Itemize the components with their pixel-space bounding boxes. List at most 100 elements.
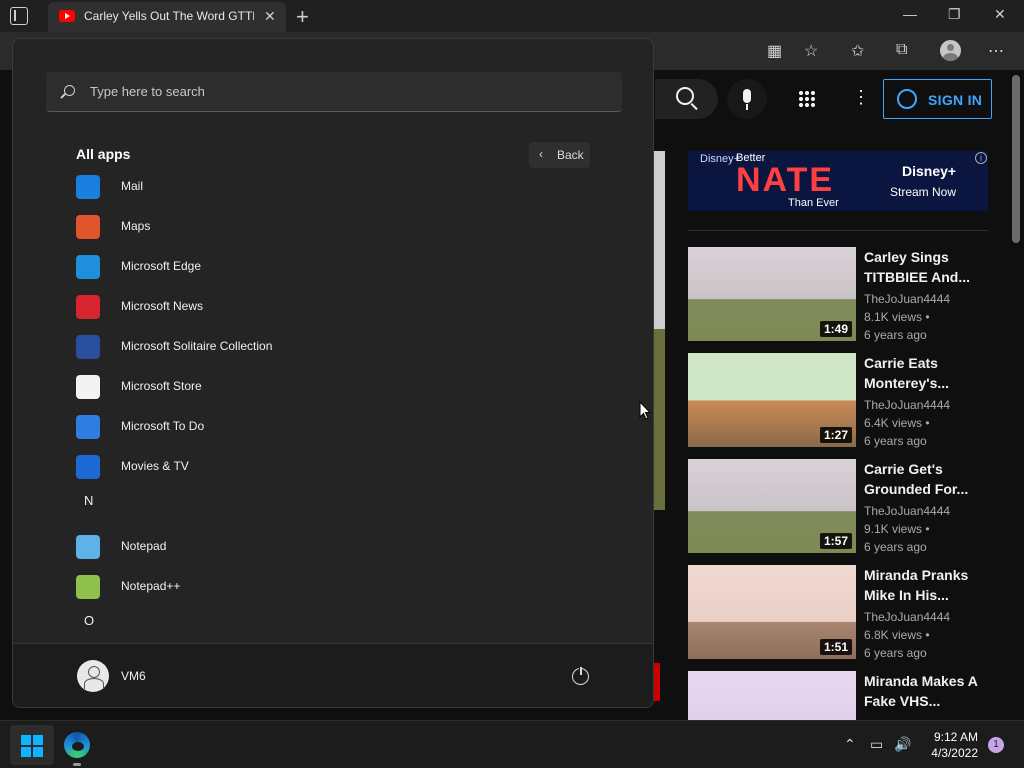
movies-icon — [76, 455, 100, 479]
profile-avatar-icon[interactable] — [940, 40, 961, 61]
app-label: Mail — [121, 179, 144, 193]
search-icon — [64, 85, 75, 96]
video-title[interactable]: Miranda Pranks Mike In His... — [864, 565, 992, 605]
account-icon — [897, 89, 917, 109]
new-tab-button[interactable]: + — [296, 4, 309, 30]
app-item-mail[interactable]: Mail — [76, 171, 596, 203]
video-title[interactable]: Carrie Eats Monterey's... — [864, 353, 992, 393]
notification-badge[interactable]: 1 — [988, 737, 1004, 753]
settings-more-icon[interactable]: ⋯ — [988, 41, 1004, 61]
tab-close-icon[interactable]: ✕ — [264, 8, 276, 25]
notepadpp-icon — [76, 575, 100, 599]
notepad-icon — [76, 535, 100, 559]
chevron-left-icon: ‹ — [539, 147, 543, 161]
sign-in-button[interactable]: SIGN IN — [883, 79, 992, 119]
running-indicator — [73, 763, 81, 766]
user-avatar-icon[interactable] — [77, 660, 109, 692]
close-window-button[interactable]: ✕ — [994, 6, 1006, 23]
app-item-microsoft-edge[interactable]: Microsoft Edge — [76, 251, 596, 283]
start-footer: VM6 — [13, 643, 653, 707]
app-item-microsoft-store[interactable]: Microsoft Store — [76, 371, 596, 403]
app-label: Microsoft To Do — [121, 419, 205, 433]
power-icon[interactable] — [572, 666, 589, 685]
clock[interactable]: 9:12 AM 4/3/2022 — [920, 729, 978, 761]
related-video[interactable]: 1:57 Carrie Get's Grounded For... TheJoJ… — [688, 459, 998, 554]
browser-tab-bar: Carley Yells Out The Word GTTP ✕ + — ❐ ✕ — [0, 0, 1024, 32]
app-item-movies-tv[interactable]: Movies & TV — [76, 451, 596, 483]
related-video[interactable]: Miranda Makes A Fake VHS... — [688, 671, 998, 720]
video-duration: 1:27 — [819, 427, 852, 443]
ad-logo: Disney+ — [902, 163, 957, 179]
ad-cta[interactable]: Stream Now — [890, 185, 956, 199]
video-player-edge[interactable] — [653, 151, 665, 510]
app-item-microsoft-solitaire-collection[interactable]: Microsoft Solitaire Collection — [76, 331, 596, 363]
ad-headline: NATE — [736, 161, 835, 199]
divider — [688, 230, 988, 231]
video-thumbnail[interactable]: 1:27 — [688, 353, 856, 447]
user-name[interactable]: VM6 — [121, 669, 146, 683]
app-label: Notepad — [121, 539, 167, 553]
youtube-favicon-icon — [59, 10, 75, 22]
video-thumbnail[interactable]: 1:57 — [688, 459, 856, 553]
volume-icon[interactable]: 🔊 — [894, 736, 911, 753]
video-title[interactable]: Carrie Get's Grounded For... — [864, 459, 992, 499]
ad-info-icon[interactable]: i — [975, 152, 987, 164]
video-channel: TheJoJuan4444 — [864, 504, 951, 518]
chevron-up-icon[interactable]: ⌃ — [844, 736, 856, 753]
start-menu: Type here to search All apps ‹ Back Mail… — [12, 38, 654, 708]
collections-icon[interactable]: ⧉ — [896, 41, 907, 59]
page-scrollbar[interactable] — [1012, 75, 1020, 243]
clock-date: 4/3/2022 — [931, 746, 978, 760]
voice-search-icon[interactable] — [727, 79, 767, 119]
app-label: Movies & TV — [121, 459, 189, 473]
browser-tab[interactable]: Carley Yells Out The Word GTTP ✕ — [48, 2, 286, 32]
video-thumbnail[interactable]: 1:51 — [688, 565, 856, 659]
app-item-microsoft-to-do[interactable]: Microsoft To Do — [76, 411, 596, 443]
app-label: Notepad++ — [121, 579, 181, 593]
network-icon[interactable]: ▭ — [870, 736, 883, 753]
all-apps-heading: All apps — [76, 146, 131, 162]
app-label: Microsoft Solitaire Collection — [121, 339, 273, 353]
back-label: Back — [557, 148, 584, 162]
video-channel: TheJoJuan4444 — [864, 610, 951, 624]
video-channel: TheJoJuan4444 — [864, 398, 951, 412]
windows-logo-icon — [21, 735, 43, 757]
related-video[interactable]: 1:51 Miranda Pranks Mike In His... TheJo… — [688, 565, 998, 660]
related-video[interactable]: 1:27 Carrie Eats Monterey's... TheJoJuan… — [688, 353, 998, 448]
disney-plus-ad-banner[interactable]: Disney+ Better NATE Than Ever Disney+ St… — [688, 151, 988, 211]
video-thumbnail[interactable]: 1:49 — [688, 247, 856, 341]
app-item-notepad[interactable]: Notepad — [76, 531, 596, 563]
video-views: 9.1K views • — [864, 522, 930, 536]
video-duration: 1:57 — [819, 533, 852, 549]
video-channel: TheJoJuan4444 — [864, 292, 951, 306]
app-item-microsoft-news[interactable]: Microsoft News — [76, 291, 596, 323]
video-age: 6 years ago — [864, 328, 927, 342]
related-video[interactable]: 1:49 Carley Sings TITBBIEE And... TheJoJ… — [688, 247, 998, 342]
start-search-box[interactable]: Type here to search — [46, 72, 622, 112]
video-title[interactable]: Carley Sings TITBBIEE And... — [864, 247, 992, 287]
more-vertical-icon[interactable]: ⋮ — [852, 88, 870, 106]
mouse-cursor-icon — [639, 401, 651, 420]
restore-button[interactable]: ❐ — [948, 6, 961, 23]
video-title[interactable]: Miranda Makes A Fake VHS... — [864, 671, 992, 711]
app-label: Microsoft Store — [121, 379, 202, 393]
edge-taskbar-icon[interactable] — [64, 732, 90, 758]
letter-header-o[interactable]: O — [84, 613, 94, 628]
back-button[interactable]: ‹ Back — [529, 142, 590, 168]
favorites-icon[interactable]: ✩ — [851, 41, 864, 61]
apps-available-icon[interactable]: ▦ — [767, 41, 782, 61]
minimize-button[interactable]: — — [903, 6, 917, 22]
tab-actions-icon[interactable] — [10, 7, 28, 25]
todo-icon — [76, 415, 100, 439]
app-item-notepad[interactable]: Notepad++ — [76, 571, 596, 603]
video-age: 6 years ago — [864, 540, 927, 554]
video-thumbnail[interactable] — [688, 671, 856, 720]
add-favorite-icon[interactable]: ☆ — [804, 41, 818, 61]
app-label: Maps — [121, 219, 151, 233]
ad-brand: Disney+ — [700, 153, 741, 165]
tab-title: Carley Yells Out The Word GTTP — [84, 9, 254, 23]
app-item-maps[interactable]: Maps — [76, 211, 596, 243]
maps-icon — [76, 215, 100, 239]
youtube-apps-icon[interactable] — [798, 90, 816, 108]
letter-header-n[interactable]: N — [84, 493, 93, 508]
